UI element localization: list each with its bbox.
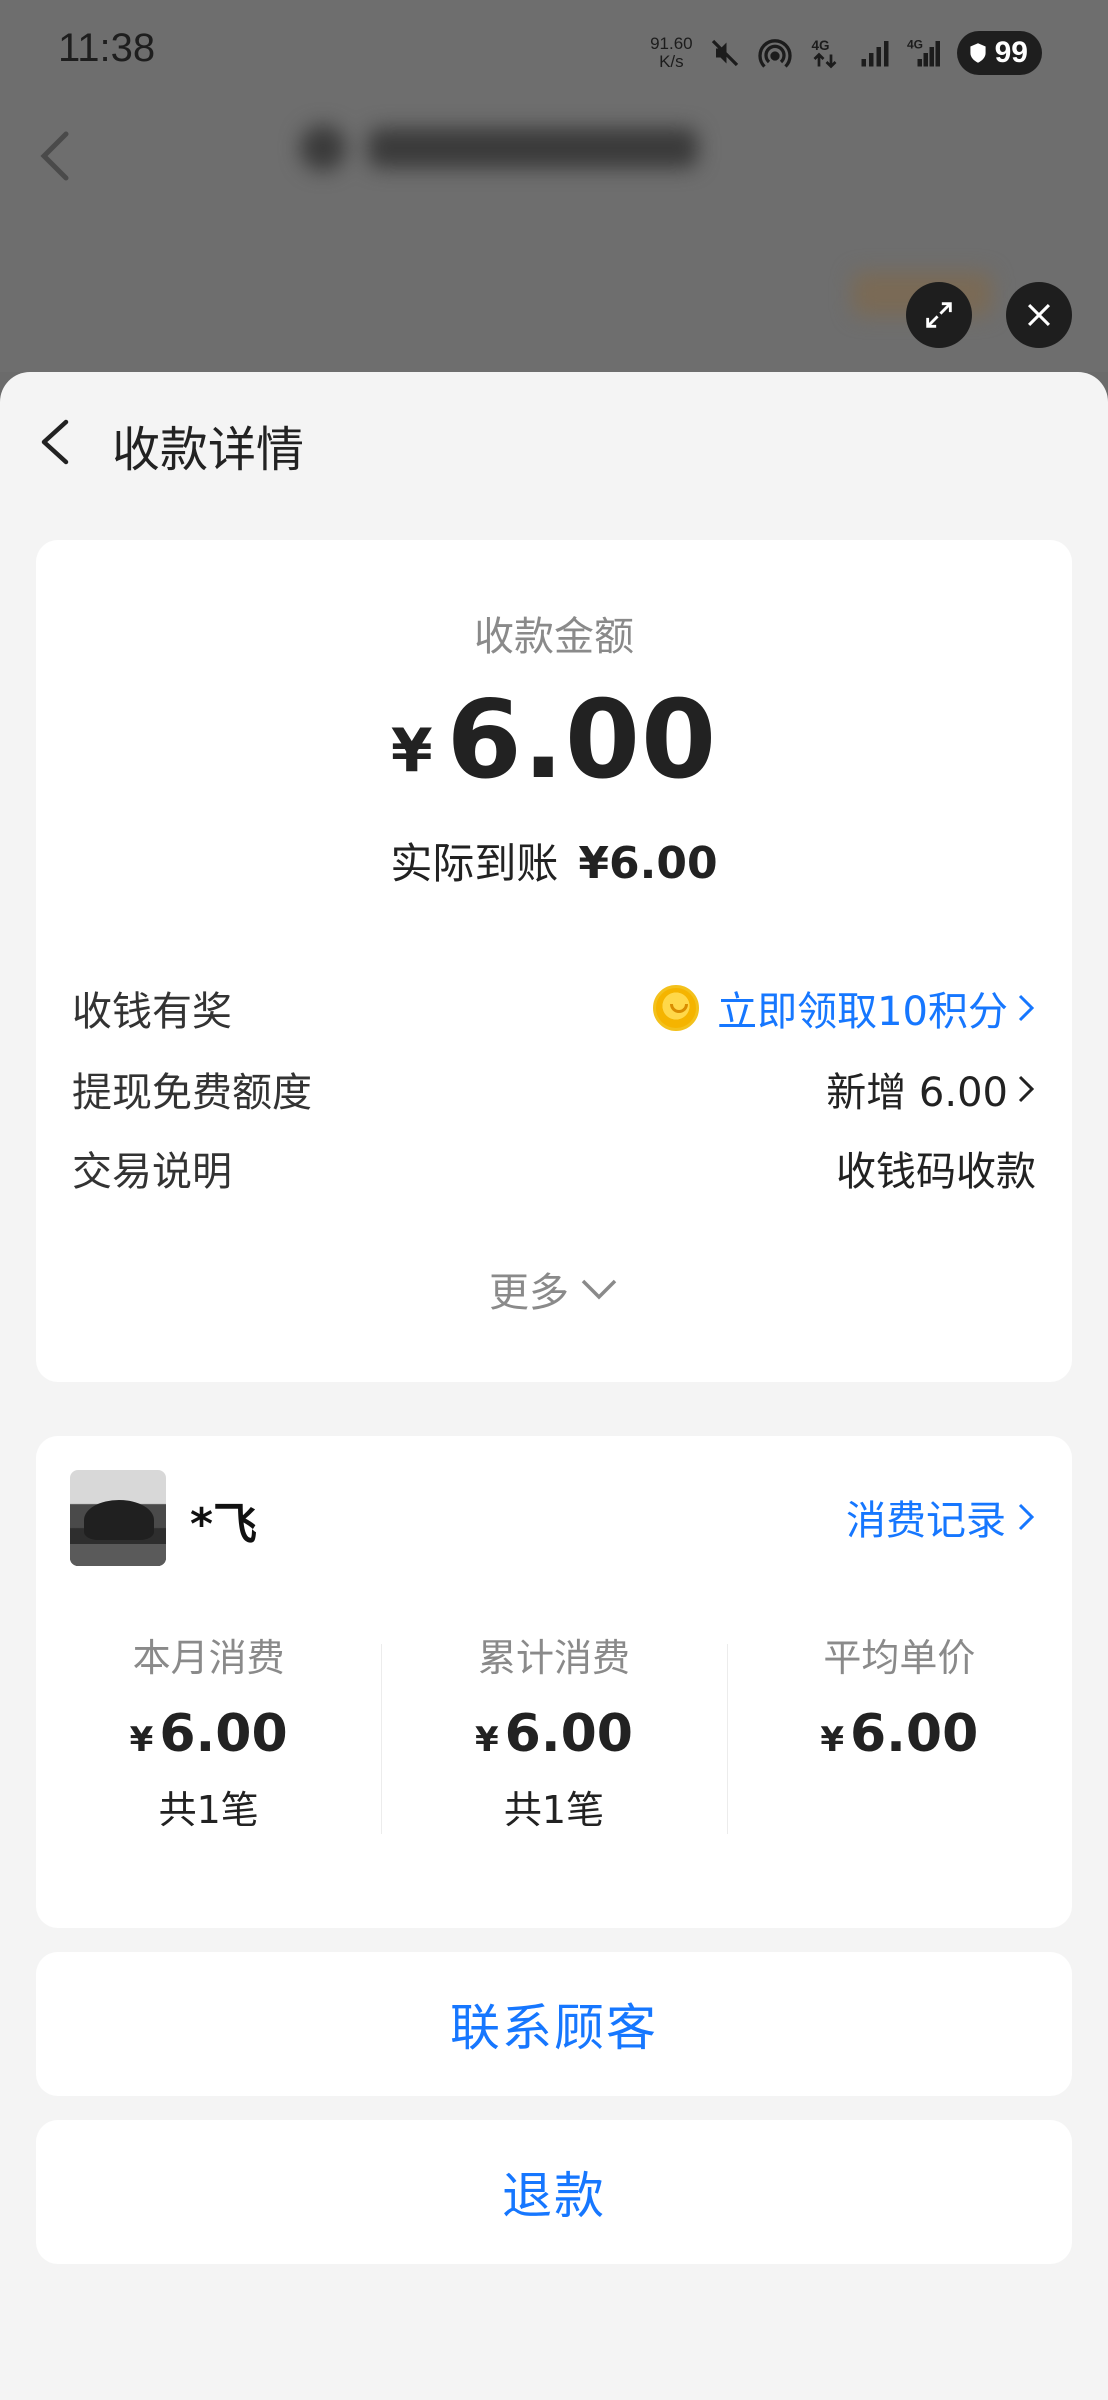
stat-currency: ¥ [820, 1720, 844, 1760]
network-speed-unit: K/s [659, 52, 684, 71]
stat-currency: ¥ [475, 1720, 499, 1760]
contact-customer-label: 联系顾客 [450, 1999, 658, 2057]
background-title-blurred [300, 118, 730, 178]
background-overlay: 11:38 91.60 K/s 4G 4G 99 [0, 0, 1108, 372]
close-icon [1027, 303, 1051, 327]
free-quota-text: 新增 6.00 [826, 1070, 1008, 1116]
chevron-right-icon [1016, 1071, 1036, 1107]
actual-received: 实际到账 ¥6.00 [36, 830, 1072, 891]
stat-label: 累计消费 [477, 1636, 630, 1680]
stat-number: 6.00 [504, 1704, 633, 1764]
info-row-reward[interactable]: 收钱有奖 立即领取10积分 [72, 980, 1036, 1036]
stat-label: 平均单价 [823, 1636, 976, 1680]
transaction-description: 收钱码收款 [836, 1149, 1036, 1195]
contact-customer-button[interactable]: 联系顾客 [36, 1952, 1072, 2096]
chevron-right-icon [1016, 990, 1036, 1026]
info-row-label: 提现免费额度 [72, 1070, 312, 1116]
more-label: 更多 [489, 1270, 569, 1316]
close-button[interactable] [1006, 282, 1072, 348]
amount-value: ¥6.00 [36, 678, 1072, 803]
network-speed-value: 91.60 [650, 34, 693, 53]
info-row-label: 交易说明 [72, 1149, 232, 1195]
stat-total: 累计消费 ¥6.00 共1笔 [381, 1636, 726, 1834]
consumption-record-link[interactable]: 消费记录 [846, 1488, 1036, 1546]
stat-count: 共1笔 [158, 1788, 259, 1832]
refund-button[interactable]: 退款 [36, 2120, 1072, 2264]
expand-button[interactable] [906, 282, 972, 348]
back-button[interactable] [36, 414, 76, 470]
consumption-record-label: 消费记录 [846, 1498, 1006, 1544]
avatar [70, 1470, 166, 1566]
status-icons: 91.60 K/s 4G 4G 99 [650, 28, 1042, 78]
info-row-free-quota[interactable]: 提现免费额度 新增 6.00 [72, 1061, 1036, 1117]
stat-average: 平均单价 ¥6.00 [726, 1636, 1072, 1834]
info-row-description: 交易说明 收钱码收款 [72, 1140, 1036, 1196]
battery-icon [970, 43, 986, 63]
stat-currency: ¥ [129, 1720, 154, 1760]
4g-data-icon: 4G [807, 35, 843, 71]
svg-text:4G: 4G [811, 38, 829, 53]
stat-value: ¥6.00 [727, 1706, 1072, 1768]
consumption-stats: 本月消费 ¥6.00 共1笔 累计消费 ¥6.00 共1笔 平均单价 ¥6.00 [36, 1636, 1072, 1834]
actual-received-value: ¥6.00 [578, 838, 718, 889]
coin-icon [653, 985, 700, 1031]
chevron-right-icon [1016, 1499, 1036, 1535]
stat-month: 本月消费 ¥6.00 共1笔 [36, 1636, 381, 1832]
claim-points-link[interactable]: 立即领取10积分 [653, 979, 1036, 1037]
page-title: 收款详情 [112, 422, 305, 478]
claim-points-text: 立即领取10积分 [717, 989, 1008, 1035]
back-icon [41, 419, 69, 465]
actual-received-label: 实际到账 [390, 839, 559, 888]
stat-number: 6.00 [159, 1704, 288, 1764]
sheet-header: 收款详情 [0, 372, 1108, 512]
stat-count: 共1笔 [503, 1788, 605, 1832]
free-quota-value[interactable]: 新增 6.00 [826, 1060, 1036, 1118]
stat-label: 本月消费 [132, 1636, 285, 1680]
background-back-icon [36, 128, 76, 184]
chevron-down-icon [581, 1279, 617, 1300]
status-time: 11:38 [58, 26, 156, 70]
customer-name: *飞 [190, 1499, 258, 1550]
amount-label: 收款金额 [474, 614, 634, 660]
expand-icon [926, 302, 952, 328]
battery-level: 99 [994, 36, 1028, 69]
payment-detail-sheet: 收款详情 收款金额 ¥6.00 实际到账 ¥6.00 收钱有奖 立即领取10积分 … [0, 372, 1108, 2400]
amount-currency: ¥ [390, 716, 433, 786]
hotspot-icon [757, 35, 793, 71]
svg-text:4G: 4G [907, 38, 923, 52]
refund-label: 退款 [502, 2167, 606, 2225]
4g-signal-icon: 4G [907, 35, 943, 71]
customer-card: *飞 消费记录 本月消费 ¥6.00 共1笔 累计消费 ¥6.00 共1笔 平均… [36, 1436, 1072, 1928]
stat-number: 6.00 [850, 1704, 979, 1764]
stat-value: ¥6.00 [36, 1706, 381, 1768]
info-row-label: 收钱有奖 [72, 989, 232, 1035]
network-speed: 91.60 K/s [650, 35, 693, 71]
signal-icon [857, 35, 893, 71]
battery-indicator: 99 [956, 31, 1042, 75]
more-button[interactable]: 更多 [36, 1260, 1072, 1318]
amount-number: 6.00 [446, 678, 718, 803]
stat-value: ¥6.00 [381, 1706, 726, 1768]
amount-card: 收款金额 ¥6.00 实际到账 ¥6.00 收钱有奖 立即领取10积分 提现免费额… [36, 540, 1072, 1382]
mute-icon [707, 35, 743, 71]
status-bar: 11:38 91.60 K/s 4G 4G 99 [0, 0, 1108, 100]
